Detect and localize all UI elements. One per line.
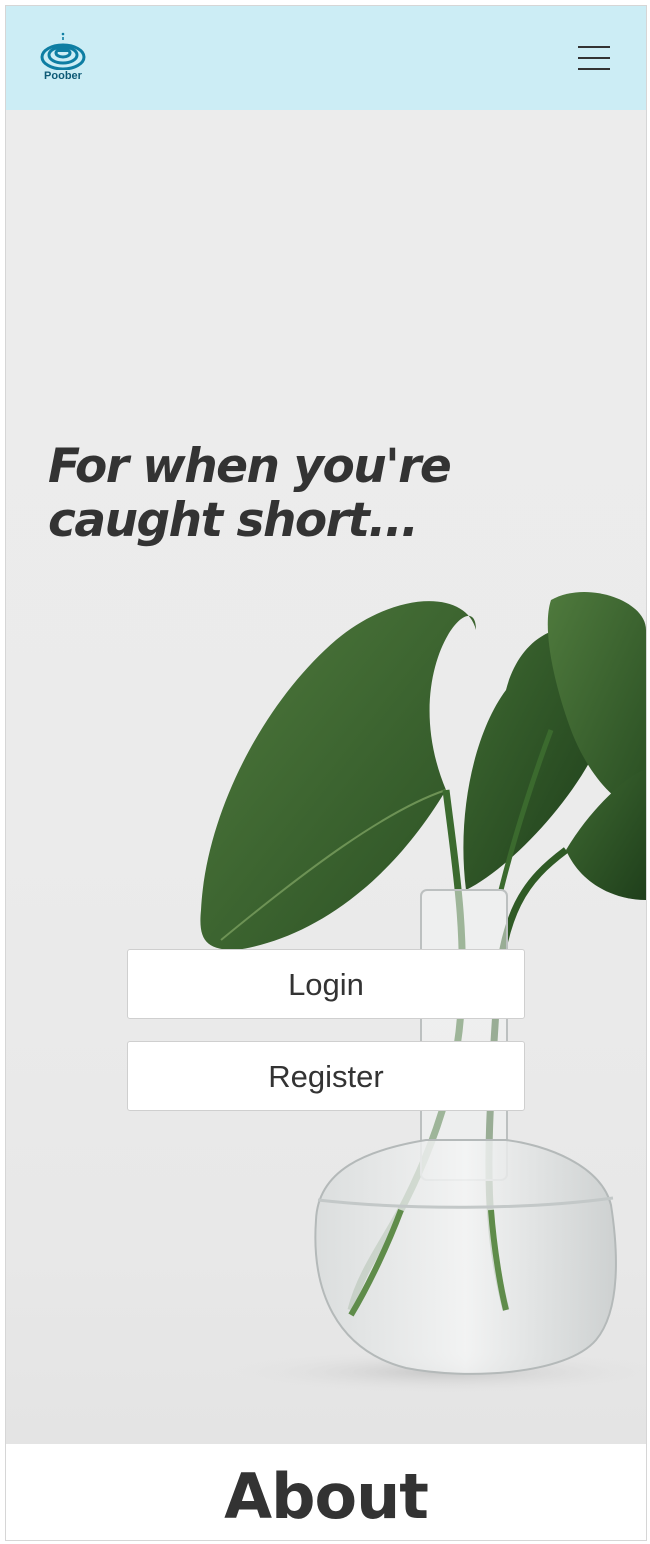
register-button[interactable]: Register: [127, 1041, 525, 1111]
water-drop-ripple-icon: [40, 32, 86, 71]
brand-logo-link[interactable]: Poober: [40, 32, 86, 88]
about-section: About: [6, 1444, 646, 1540]
plant-in-vase-image: [200, 591, 646, 1394]
hero-tagline: For when you're caught short...: [48, 439, 452, 548]
hero-section: For when you're caught short... Login Re…: [6, 110, 646, 1444]
hamburger-menu-icon[interactable]: [578, 46, 610, 70]
login-button[interactable]: Login: [127, 949, 525, 1019]
about-heading: About: [224, 1460, 429, 1533]
navbar: Poober: [6, 6, 646, 110]
page-frame: Poober For when you're caught short... L…: [5, 5, 647, 1541]
brand-name: Poober: [44, 70, 82, 82]
